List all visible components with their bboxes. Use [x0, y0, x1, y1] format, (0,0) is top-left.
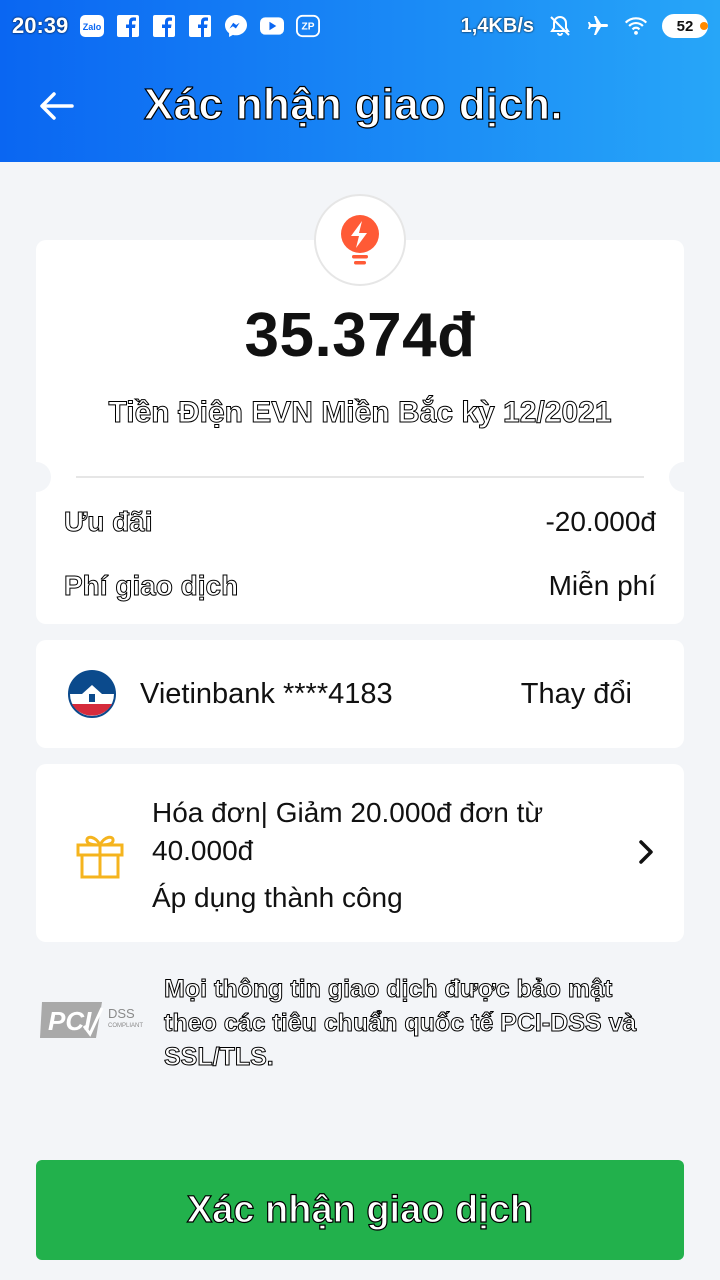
battery-charging-dot: [700, 22, 708, 30]
pci-logo-text: PCI: [48, 1006, 92, 1036]
lightbulb-bolt-icon: [341, 215, 379, 265]
pci-dss-logo: PCI DSS COMPLIANT: [40, 1002, 143, 1038]
confirm-transaction-button[interactable]: Xác nhận giao dịch: [36, 1160, 684, 1260]
electricity-badge: [314, 194, 406, 286]
wifi-icon: [624, 14, 648, 38]
zalopay-icon: ZP: [296, 14, 321, 38]
fee-label: Phí giao dịch: [63, 570, 239, 602]
zalopay-icon-text: ZP: [302, 22, 315, 33]
youtube-icon: [260, 14, 285, 38]
fee-value: Miễn phí: [548, 570, 656, 601]
promo-status: Áp dụng thành công: [152, 882, 403, 913]
discount-label: Ưu đãi: [64, 506, 154, 538]
status-bar: 20:39 Zalo ZP 1,4KB/s 52: [0, 0, 720, 52]
promo-title: Hóa đơn| Giảm 20.000đ đơn từ 40.000đ: [152, 797, 544, 866]
notification-icons: Zalo ZP: [80, 14, 321, 38]
network-speed: 1,4KB/s: [460, 14, 534, 37]
promo-card[interactable]: Hóa đơn| Giảm 20.000đ đơn từ 40.000đ Áp …: [36, 764, 684, 942]
status-time: 20:39: [12, 13, 69, 38]
airplane-icon: [586, 14, 610, 38]
zalo-icon: Zalo: [80, 14, 105, 38]
payment-source-card: Vietinbank ****4183 Thay đổi: [36, 640, 684, 748]
arrow-left-icon: [40, 92, 74, 120]
back-button[interactable]: [32, 82, 80, 130]
status-right: 1,4KB/s 52: [461, 14, 708, 38]
facebook-icon: [152, 14, 176, 38]
facebook-icon: [116, 14, 140, 38]
vietinbank-logo-icon: [68, 670, 116, 718]
compliant-logo-text: COMPLIANT: [108, 1023, 143, 1029]
security-note: Mọi thông tin giao dịch được bảo mật the…: [164, 975, 637, 1072]
dss-logo-text: DSS: [108, 1006, 135, 1021]
page-title: Xác nhận giao dịch.: [143, 79, 563, 129]
bill-name: Tiền Điện EVN Miền Bắc kỳ 12/2021: [108, 396, 612, 430]
bank-account: Vietinbank ****4183: [140, 678, 393, 710]
transaction-summary-card: 35.374đ Tiền Điện EVN Miền Bắc kỳ 12/202…: [21, 240, 699, 624]
facebook-icon: [188, 14, 212, 38]
change-payment-button[interactable]: Thay đổi: [521, 678, 632, 711]
discount-value: -20.000đ: [545, 506, 656, 537]
bell-off-icon: [548, 14, 572, 38]
battery-indicator: 52: [662, 14, 708, 38]
ticket-notch-left: [21, 462, 51, 492]
app-header: 20:39 Zalo ZP 1,4KB/s 52 Xác nhận giao d…: [0, 0, 720, 162]
messenger-icon: [224, 14, 248, 38]
chevron-right-icon: [639, 840, 653, 864]
ticket-notch-right: [669, 462, 699, 492]
divider: [76, 476, 644, 478]
zalo-icon-text: Zalo: [83, 22, 102, 32]
gift-icon: [76, 835, 124, 879]
transaction-amount: 35.374đ: [244, 301, 476, 370]
